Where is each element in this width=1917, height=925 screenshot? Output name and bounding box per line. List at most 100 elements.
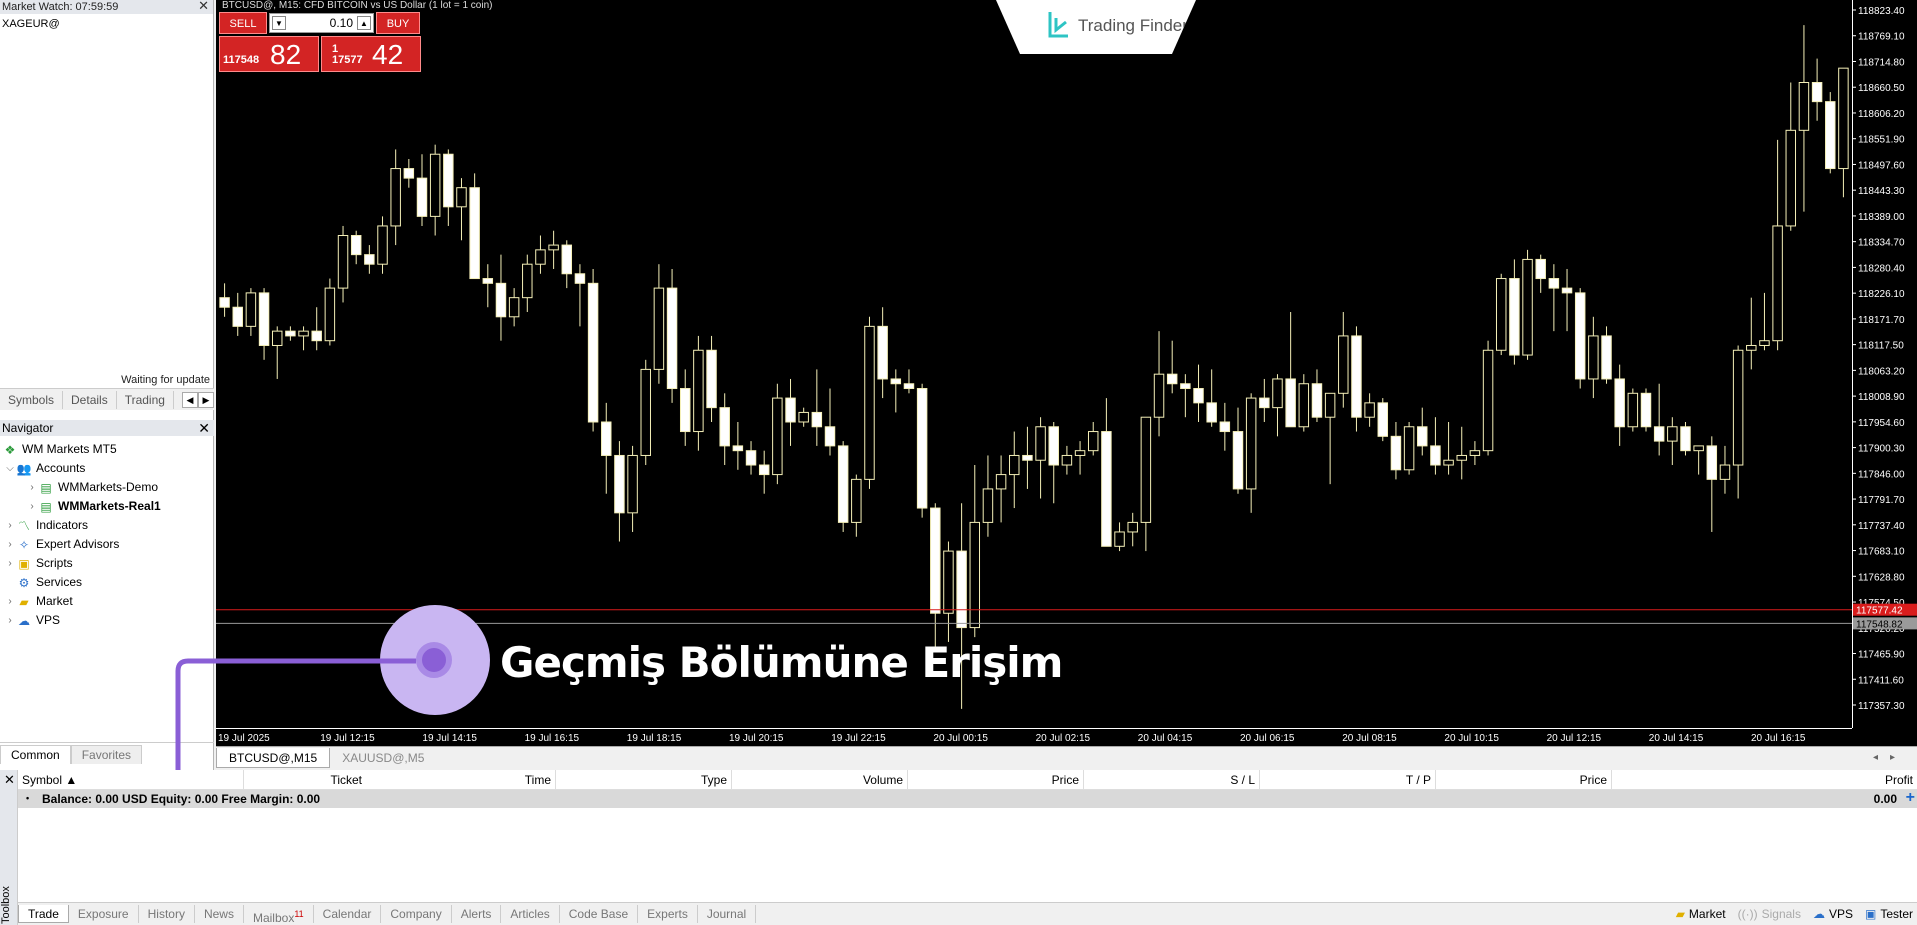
candle-body <box>1706 445 1718 480</box>
candle <box>1653 383 1665 456</box>
col-symbol[interactable]: Symbol ▲ <box>18 770 244 789</box>
tab-experts[interactable]: Experts <box>638 905 698 923</box>
buy-price-box[interactable]: 1 17577 42 <box>321 36 421 72</box>
balance-row[interactable]: • Balance: 0.00 USD Equity: 0.00 Free Ma… <box>18 789 1917 808</box>
candle-body <box>1232 431 1244 490</box>
nav-services[interactable]: ⚙ Services <box>0 573 214 592</box>
sell-button[interactable]: SELL <box>219 12 267 34</box>
expand-icon[interactable]: › <box>4 516 16 535</box>
col-time[interactable]: Time <box>368 770 556 789</box>
tab-calendar[interactable]: Calendar <box>314 905 382 923</box>
col-profit[interactable]: Profit <box>1612 770 1917 789</box>
price-tick-label: 118606.20 <box>1858 109 1905 120</box>
tab-exposure[interactable]: Exposure <box>69 905 139 923</box>
mt5-icon: ❖ <box>4 442 16 457</box>
status-tester[interactable]: ▣ Tester <box>1865 907 1913 921</box>
candle-body <box>1443 459 1454 466</box>
col-price[interactable]: Price <box>908 770 1084 789</box>
candle-body <box>956 550 967 629</box>
chart-tab-scroll[interactable]: ◂▸ <box>1873 752 1907 763</box>
buy-button[interactable]: BUY <box>376 12 420 34</box>
tab-chart-xauusd[interactable]: XAUUSD@,M5 <box>330 748 436 768</box>
tab-alerts[interactable]: Alerts <box>452 905 502 923</box>
market-watch-symbol[interactable]: XAGEUR@ <box>0 14 214 34</box>
close-icon[interactable]: ✕ <box>198 0 209 13</box>
candle-body <box>1114 531 1125 547</box>
nav-root[interactable]: ❖ WM Markets MT5 <box>0 440 214 459</box>
candle-body <box>745 450 757 466</box>
left-panel: Market Watch: 07:59:59 ✕ XAGEUR@ Waiting… <box>0 0 214 770</box>
nav-indicators[interactable]: › 〽 Indicators <box>0 516 214 535</box>
tab-articles[interactable]: Articles <box>501 905 560 923</box>
tab-company[interactable]: Company <box>381 905 452 923</box>
candle <box>429 144 441 236</box>
expand-icon[interactable]: › <box>26 478 38 497</box>
col-ticket[interactable]: Ticket <box>244 770 368 789</box>
time-tick-label: 20 Jul 00:15 <box>933 733 988 744</box>
expand-icon[interactable]: › <box>4 554 16 573</box>
nav-account-demo[interactable]: › ▤ WMMarkets-Demo <box>0 478 214 497</box>
candle <box>587 268 599 432</box>
col-tp[interactable]: T / P <box>1260 770 1436 789</box>
tab-chart-btcusd[interactable]: BTCUSD@,M15 <box>216 747 331 768</box>
expand-icon[interactable]: › <box>26 497 38 516</box>
scroll-right-icon[interactable]: ▶ <box>198 391 214 408</box>
col-type[interactable]: Type <box>556 770 732 789</box>
nav-scripts[interactable]: › ▣ Scripts <box>0 554 214 573</box>
lot-input[interactable]: ▼ 0.10 ▲ <box>269 13 374 33</box>
scroll-icon: ▣ <box>18 556 30 571</box>
nav-vps[interactable]: › ☁ VPS <box>0 611 214 630</box>
col-volume[interactable]: Volume <box>732 770 908 789</box>
tab-journal[interactable]: Journal <box>698 905 757 923</box>
time-tick-label: 19 Jul 12:15 <box>320 733 375 744</box>
candle <box>1403 421 1415 475</box>
nav-account-real[interactable]: › ▤ WMMarkets-Real1 <box>0 497 214 516</box>
status-market[interactable]: ▰ Market <box>1676 907 1726 921</box>
tab-details[interactable]: Details <box>63 390 117 409</box>
close-icon[interactable]: ✕ <box>198 420 210 436</box>
candle <box>1114 522 1125 552</box>
candle-body <box>824 426 836 447</box>
nav-market[interactable]: › ▰ Market <box>0 592 214 611</box>
candle <box>666 268 678 403</box>
candle-body <box>429 153 441 217</box>
close-icon[interactable]: ✕ <box>4 772 15 788</box>
expand-icon[interactable]: › <box>4 535 16 554</box>
status-signals[interactable]: ((·)) Signals <box>1738 907 1801 921</box>
chevron-up-icon[interactable]: ▲ <box>357 16 371 30</box>
collapse-icon[interactable]: ⌵ <box>4 459 16 478</box>
expand-icon[interactable]: › <box>4 611 16 630</box>
col-sl[interactable]: S / L <box>1084 770 1260 789</box>
tab-trading[interactable]: Trading <box>117 390 174 409</box>
lot-value[interactable]: 0.10 <box>330 16 353 30</box>
tab-history[interactable]: History <box>139 905 195 923</box>
candle-body <box>1022 454 1033 461</box>
tab-common[interactable]: Common <box>0 745 71 764</box>
plus-icon[interactable]: + <box>1906 789 1915 807</box>
chevron-down-icon[interactable]: ▼ <box>272 16 286 30</box>
candle <box>1272 374 1283 437</box>
tab-news[interactable]: News <box>195 905 244 923</box>
cloud-icon: ☁ <box>18 613 30 628</box>
status-vps[interactable]: ☁ VPS <box>1813 907 1853 921</box>
candle-body <box>271 330 283 346</box>
candle <box>443 149 454 226</box>
expand-icon[interactable]: › <box>4 592 16 611</box>
scroll-left-icon[interactable]: ◀ <box>182 391 198 408</box>
market-watch-status: Waiting for update <box>121 374 210 386</box>
price-tick-label: 117846.00 <box>1858 469 1905 480</box>
nav-accounts[interactable]: ⌵ 👥 Accounts <box>0 459 214 478</box>
one-click-trading-panel: SELL ▼ 0.10 ▲ BUY 117548 82 1 17577 42 <box>219 12 421 72</box>
tab-mailbox[interactable]: Mailbox11 <box>244 905 314 925</box>
tab-symbols[interactable]: Symbols <box>0 390 64 409</box>
tab-code-base[interactable]: Code Base <box>560 905 639 923</box>
sell-price-box[interactable]: 117548 82 <box>219 36 319 72</box>
candle <box>1759 292 1770 351</box>
tab-favorites[interactable]: Favorites <box>70 745 143 764</box>
tab-trade[interactable]: Trade <box>18 905 69 923</box>
col-price-current[interactable]: Price <box>1436 770 1612 789</box>
nav-experts[interactable]: › ✧ Expert Advisors <box>0 535 214 554</box>
candle <box>1140 416 1152 552</box>
candle-body <box>851 478 862 523</box>
candle <box>508 288 520 327</box>
